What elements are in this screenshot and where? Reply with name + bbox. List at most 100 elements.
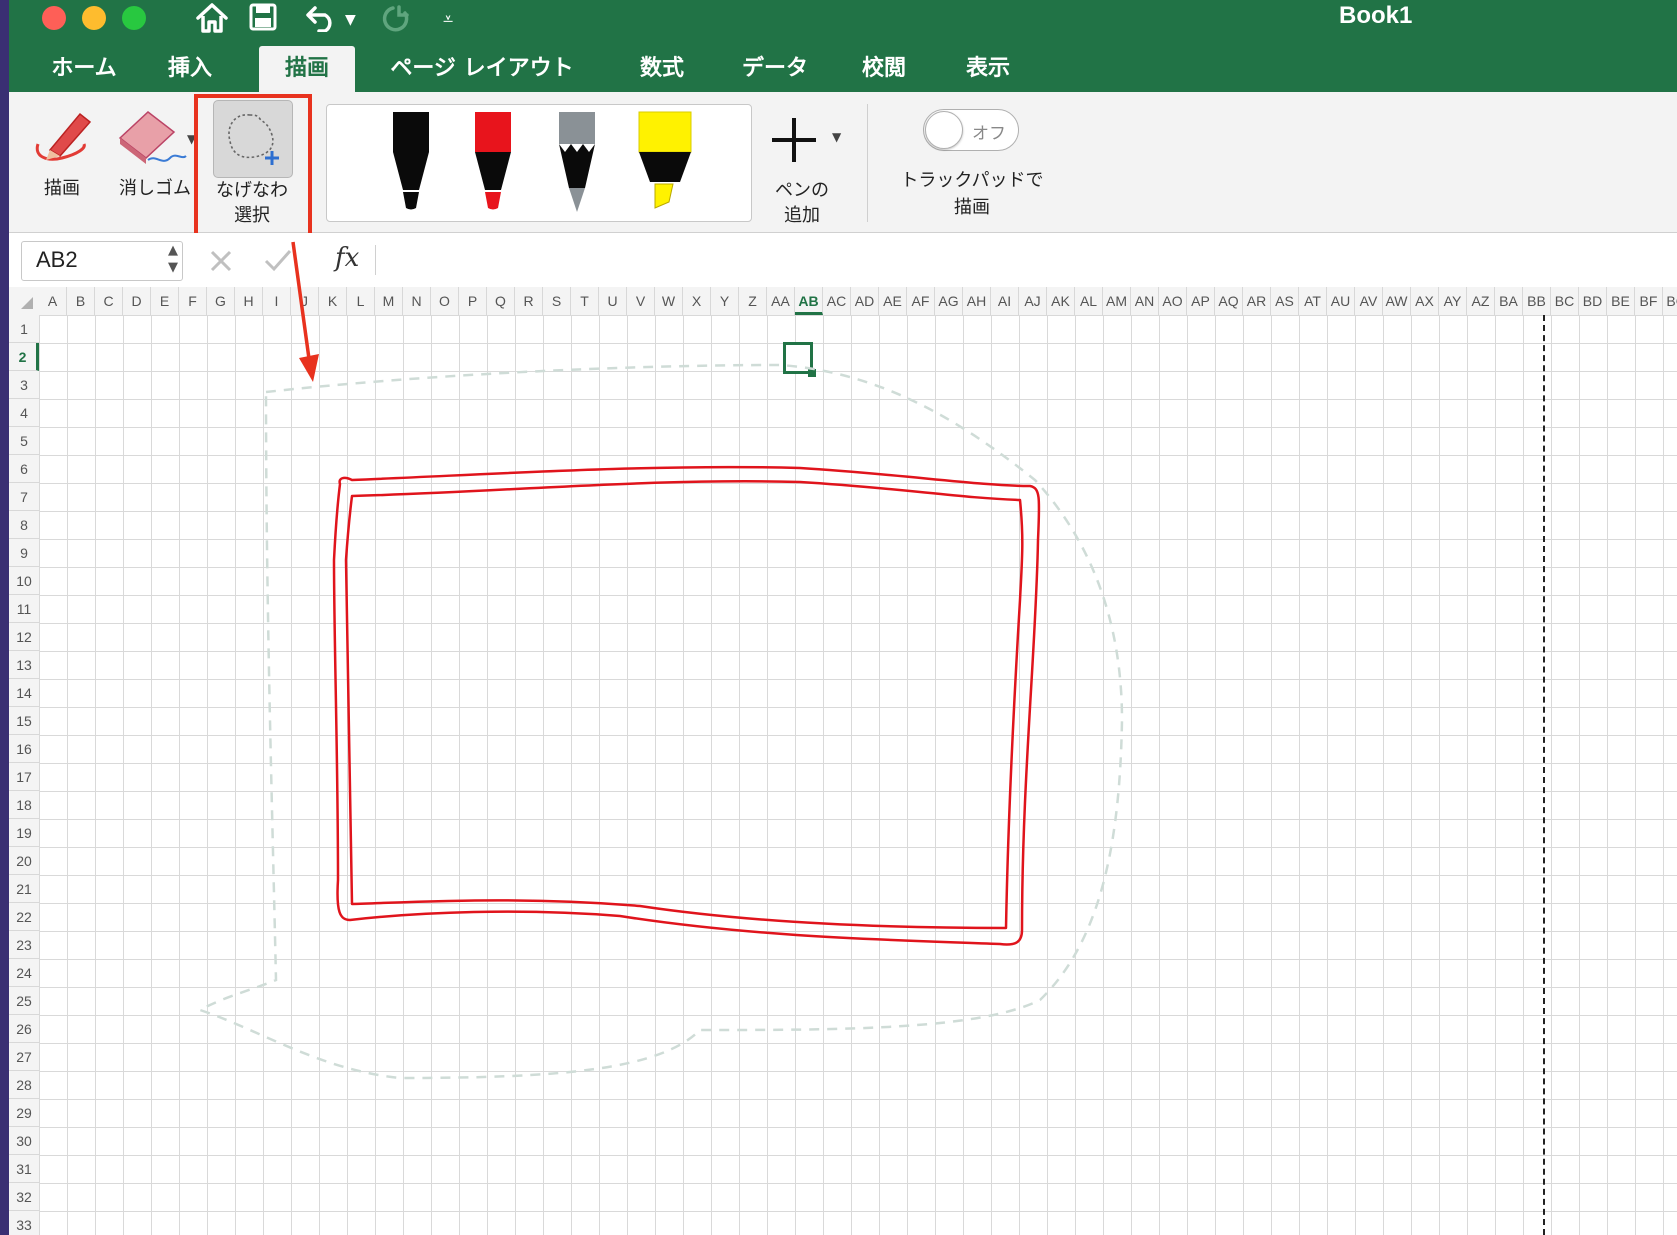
name-box-stepper-icon[interactable]: ▲ ▼ bbox=[168, 242, 178, 276]
column-header[interactable]: AZ bbox=[1467, 287, 1495, 315]
column-header[interactable]: AS bbox=[1271, 287, 1299, 315]
row-header[interactable]: 20 bbox=[9, 847, 39, 875]
column-header[interactable]: I bbox=[263, 287, 291, 315]
column-header[interactable]: AU bbox=[1327, 287, 1355, 315]
column-header[interactable]: AY bbox=[1439, 287, 1467, 315]
column-header[interactable]: AG bbox=[935, 287, 963, 315]
row-header[interactable]: 2 bbox=[9, 343, 39, 371]
column-header[interactable]: AR bbox=[1243, 287, 1271, 315]
column-header[interactable]: T bbox=[571, 287, 599, 315]
column-header[interactable]: AW bbox=[1383, 287, 1411, 315]
row-header[interactable]: 5 bbox=[9, 427, 39, 455]
draw-tool-label[interactable]: 描画 bbox=[32, 176, 92, 202]
column-header[interactable]: M bbox=[375, 287, 403, 315]
fill-handle[interactable] bbox=[808, 369, 816, 377]
column-header[interactable]: N bbox=[403, 287, 431, 315]
column-header[interactable]: AC bbox=[823, 287, 851, 315]
column-header[interactable]: Z bbox=[739, 287, 767, 315]
column-header[interactable]: AB bbox=[795, 287, 823, 315]
row-header[interactable]: 24 bbox=[9, 959, 39, 987]
row-header[interactable]: 15 bbox=[9, 707, 39, 735]
eraser-icon[interactable] bbox=[112, 104, 192, 170]
column-header[interactable]: Q bbox=[487, 287, 515, 315]
row-header[interactable]: 4 bbox=[9, 399, 39, 427]
cancel-entry-icon[interactable] bbox=[207, 247, 235, 275]
select-all-corner[interactable] bbox=[9, 287, 40, 316]
column-header[interactable]: AV bbox=[1355, 287, 1383, 315]
row-header[interactable]: 6 bbox=[9, 455, 39, 483]
column-header[interactable]: AX bbox=[1411, 287, 1439, 315]
confirm-entry-icon[interactable] bbox=[263, 247, 293, 275]
window-maximize-button[interactable] bbox=[122, 6, 146, 30]
tab-review[interactable]: 校閲 bbox=[849, 46, 919, 92]
row-header[interactable]: 17 bbox=[9, 763, 39, 791]
row-header[interactable]: 18 bbox=[9, 791, 39, 819]
tab-page-layout[interactable]: ページ レイアウト bbox=[377, 46, 587, 92]
column-header[interactable]: AP bbox=[1187, 287, 1215, 315]
column-header[interactable]: P bbox=[459, 287, 487, 315]
customize-toolbar-icon[interactable]: ⩡ bbox=[443, 2, 453, 38]
redo-icon[interactable] bbox=[379, 3, 413, 33]
column-header[interactable]: O bbox=[431, 287, 459, 315]
column-header[interactable]: AM bbox=[1103, 287, 1131, 315]
column-header[interactable]: B bbox=[67, 287, 95, 315]
row-header[interactable]: 10 bbox=[9, 567, 39, 595]
column-header[interactable]: AO bbox=[1159, 287, 1187, 315]
column-header[interactable]: BA bbox=[1495, 287, 1523, 315]
tab-formulas[interactable]: 数式 bbox=[627, 46, 697, 92]
row-header[interactable]: 32 bbox=[9, 1183, 39, 1211]
column-header[interactable]: C bbox=[95, 287, 123, 315]
column-header[interactable]: F bbox=[179, 287, 207, 315]
tab-insert[interactable]: 挿入 bbox=[155, 46, 225, 92]
column-header[interactable]: AN bbox=[1131, 287, 1159, 315]
column-header[interactable]: BG bbox=[1663, 287, 1677, 315]
column-header[interactable]: AK bbox=[1047, 287, 1075, 315]
column-header[interactable]: AA bbox=[767, 287, 795, 315]
column-header[interactable]: S bbox=[543, 287, 571, 315]
column-header[interactable]: D bbox=[123, 287, 151, 315]
row-header[interactable]: 16 bbox=[9, 735, 39, 763]
column-header[interactable]: Y bbox=[711, 287, 739, 315]
row-header[interactable]: 22 bbox=[9, 903, 39, 931]
window-minimize-button[interactable] bbox=[82, 6, 106, 30]
column-header[interactable]: BF bbox=[1635, 287, 1663, 315]
row-header[interactable]: 23 bbox=[9, 931, 39, 959]
row-header[interactable]: 26 bbox=[9, 1015, 39, 1043]
add-pen-dropdown-icon[interactable]: ▼ bbox=[832, 130, 841, 144]
column-header[interactable]: BC bbox=[1551, 287, 1579, 315]
column-header[interactable]: AH bbox=[963, 287, 991, 315]
column-header[interactable]: L bbox=[347, 287, 375, 315]
draw-pen-icon[interactable] bbox=[28, 104, 98, 170]
column-header[interactable]: W bbox=[655, 287, 683, 315]
undo-dropdown-icon[interactable]: ▼ bbox=[345, 2, 356, 38]
column-header[interactable]: AE bbox=[879, 287, 907, 315]
insert-function-icon[interactable]: fx bbox=[335, 243, 359, 273]
row-header[interactable]: 27 bbox=[9, 1043, 39, 1071]
tab-view[interactable]: 表示 bbox=[953, 46, 1023, 92]
column-header[interactable]: AJ bbox=[1019, 287, 1047, 315]
column-header[interactable]: AL bbox=[1075, 287, 1103, 315]
column-header[interactable]: X bbox=[683, 287, 711, 315]
row-header[interactable]: 9 bbox=[9, 539, 39, 567]
cell-grid[interactable] bbox=[39, 315, 1677, 1235]
save-icon[interactable] bbox=[249, 3, 277, 31]
home-icon[interactable] bbox=[195, 2, 229, 34]
row-header[interactable]: 8 bbox=[9, 511, 39, 539]
row-header[interactable]: 21 bbox=[9, 875, 39, 903]
row-header[interactable]: 33 bbox=[9, 1211, 39, 1235]
tab-draw[interactable]: 描画 bbox=[259, 46, 355, 92]
window-close-button[interactable] bbox=[42, 6, 66, 30]
column-header[interactable]: H bbox=[235, 287, 263, 315]
column-header[interactable]: AF bbox=[907, 287, 935, 315]
column-header[interactable]: G bbox=[207, 287, 235, 315]
row-header[interactable]: 14 bbox=[9, 679, 39, 707]
highlighter-icon[interactable] bbox=[634, 110, 696, 212]
row-header[interactable]: 1 bbox=[9, 315, 39, 343]
row-header[interactable]: 7 bbox=[9, 483, 39, 511]
column-header[interactable]: R bbox=[515, 287, 543, 315]
row-header[interactable]: 11 bbox=[9, 595, 39, 623]
formula-input[interactable] bbox=[389, 241, 1659, 279]
column-header[interactable]: AD bbox=[851, 287, 879, 315]
row-header[interactable]: 28 bbox=[9, 1071, 39, 1099]
undo-icon[interactable] bbox=[305, 4, 341, 32]
